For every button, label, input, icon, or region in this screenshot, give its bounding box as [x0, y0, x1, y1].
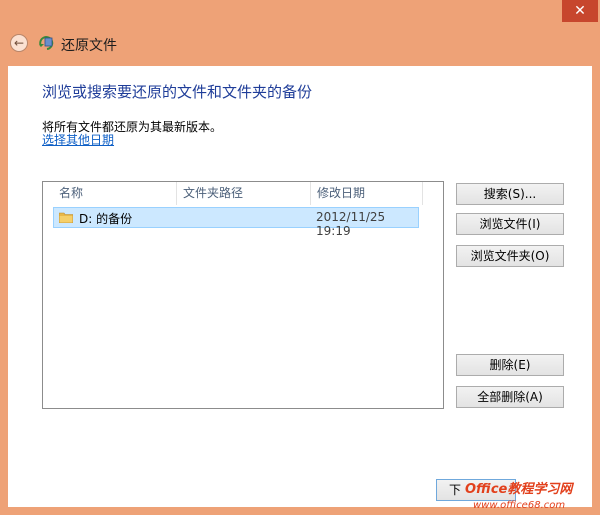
remove-all-button[interactable]: 全部删除(A) [456, 386, 564, 408]
browse-folders-button[interactable]: 浏览文件夹(O) [456, 245, 564, 267]
backup-file-list[interactable]: 名称 文件夹路径 修改日期 D: 的备份 2012/11/25 19:19 [42, 181, 444, 409]
close-button[interactable]: ✕ [562, 0, 598, 22]
choose-other-date-link[interactable]: 选择其他日期 [42, 131, 114, 148]
backup-restore-icon [39, 36, 54, 50]
list-item-date: 2012/11/25 19:19 [316, 210, 386, 238]
column-header-name[interactable]: 名称 [53, 182, 176, 205]
column-header-modified-date[interactable]: 修改日期 [310, 182, 423, 205]
restore-files-window: ✕ ← 还原文件 浏览或搜索要还原的文件和文件夹的备份 将所有文件都还原为其最新… [0, 0, 600, 515]
column-header-folder-path[interactable]: 文件夹路径 [176, 182, 310, 205]
window-title: 还原文件 [61, 38, 117, 54]
browse-files-button[interactable]: 浏览文件(I) [456, 213, 564, 235]
svg-text:Office教程学习网: Office教程学习网 [465, 481, 574, 497]
page-heading: 浏览或搜索要还原的文件和文件夹的备份 [42, 83, 313, 101]
remove-button[interactable]: 删除(E) [456, 354, 564, 376]
search-button[interactable]: 搜索(S)... [456, 183, 564, 205]
content-panel: 浏览或搜索要还原的文件和文件夹的备份 将所有文件都还原为其最新版本。 选择其他日… [8, 66, 592, 507]
list-item[interactable]: D: 的备份 2012/11/25 19:19 [53, 207, 419, 238]
back-arrow-icon: ← [13, 36, 25, 50]
list-item-name: D: 的备份 [79, 212, 133, 226]
back-button[interactable]: ← [10, 34, 28, 52]
list-column-headers: 名称 文件夹路径 修改日期 [43, 182, 423, 205]
watermark-logo: Office教程学习网 www.office68.com [465, 481, 574, 511]
folder-icon [59, 212, 73, 223]
svg-text:www.office68.com: www.office68.com [473, 500, 565, 511]
close-icon: ✕ [574, 3, 586, 19]
